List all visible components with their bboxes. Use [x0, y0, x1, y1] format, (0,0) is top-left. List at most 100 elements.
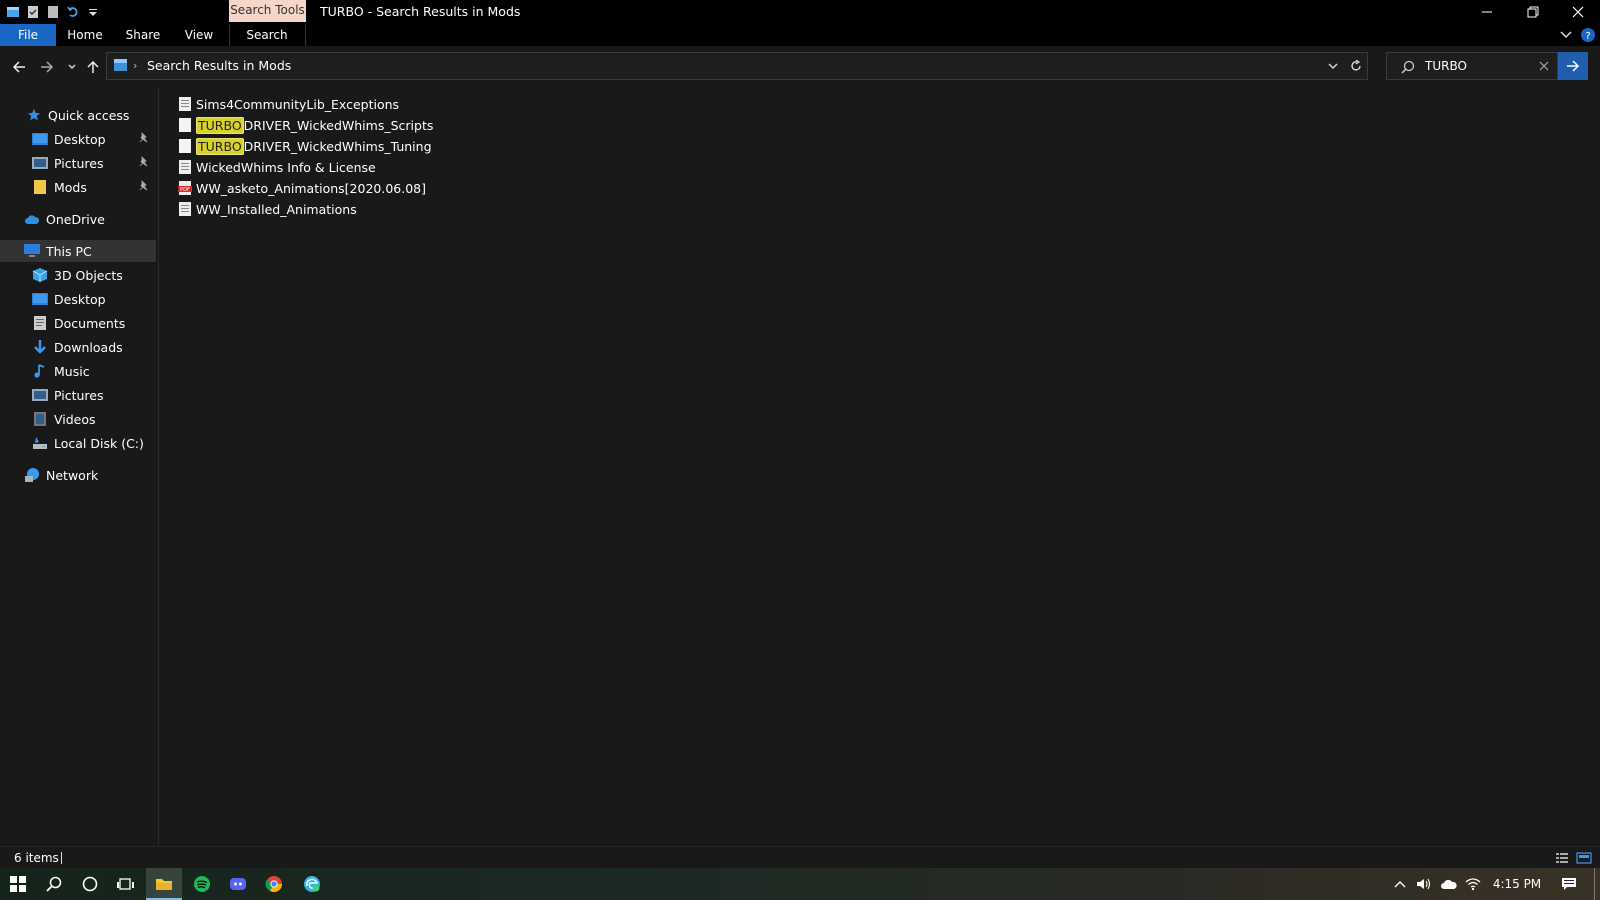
volume-button[interactable]	[1414, 868, 1436, 900]
videos-icon	[32, 411, 48, 427]
properties-icon[interactable]	[26, 5, 40, 19]
nav-quick-mods[interactable]: Mods	[0, 176, 156, 198]
music-note-icon	[32, 363, 48, 379]
help-button[interactable]: ?	[1580, 27, 1596, 43]
file-row[interactable]: WickedWhims Info & License	[178, 157, 376, 177]
cube-icon	[32, 267, 48, 283]
up-button[interactable]	[84, 46, 102, 88]
large-icons-view-button[interactable]	[1576, 850, 1592, 866]
blank-file-icon	[179, 139, 191, 153]
chevron-down-icon	[68, 64, 76, 69]
nav-videos[interactable]: Videos	[0, 408, 156, 430]
status-bar: 6 items	[0, 846, 1600, 868]
pdf-file-icon: PDF	[178, 181, 192, 195]
taskbar-file-explorer[interactable]	[146, 868, 182, 900]
nav-quick-pictures[interactable]: Pictures	[0, 152, 156, 174]
tab-search[interactable]: Search	[240, 24, 294, 46]
search-go-button[interactable]	[1558, 52, 1588, 80]
computer-icon	[24, 243, 40, 259]
nav-downloads[interactable]: Downloads	[0, 336, 156, 358]
search-box[interactable]	[1386, 52, 1558, 80]
back-button[interactable]	[8, 46, 30, 88]
action-center-button[interactable]	[1556, 868, 1582, 900]
file-row[interactable]: Sims4CommunityLib_Exceptions	[178, 94, 399, 114]
undo-icon[interactable]	[66, 5, 80, 19]
nav-onedrive[interactable]: OneDrive	[0, 208, 156, 230]
restore-button[interactable]	[1510, 0, 1556, 24]
star-icon	[26, 107, 42, 123]
tab-file[interactable]: File	[0, 24, 56, 46]
taskbar-edge[interactable]	[294, 868, 330, 900]
close-window-button[interactable]	[1556, 0, 1600, 24]
arrow-right-icon	[1567, 60, 1580, 72]
cortana-button[interactable]	[72, 868, 108, 900]
tab-home[interactable]: Home	[62, 24, 108, 46]
file-name-text: WW_Installed_Animations	[196, 201, 357, 217]
file-row[interactable]: WW_Installed_Animations	[178, 199, 357, 219]
quick-access-toolbar	[0, 0, 100, 24]
file-name-text: WickedWhims Info & License	[196, 159, 376, 175]
breadcrumb-current[interactable]: Search Results in Mods	[147, 53, 291, 79]
notification-icon	[1562, 878, 1576, 890]
file-name-text: WW_asketo_Animations[2020.06.08]	[196, 180, 426, 196]
task-view-button[interactable]	[108, 868, 144, 900]
file-name-text: Sims4CommunityLib_Exceptions	[196, 96, 400, 112]
nav-3d-objects[interactable]: 3D Objects	[0, 264, 156, 286]
pictures-icon	[32, 387, 48, 403]
nav-documents[interactable]: Documents	[0, 312, 156, 334]
onedrive-tray-button[interactable]	[1438, 868, 1460, 900]
file-name: WW_asketo_Animations[2020.06.08]	[196, 181, 426, 196]
address-bar[interactable]: › Search Results in Mods	[106, 52, 1368, 80]
taskbar-chrome[interactable]	[256, 868, 292, 900]
minimize-button[interactable]	[1464, 0, 1510, 24]
clear-search-button[interactable]	[1535, 57, 1553, 75]
speaker-icon	[1417, 878, 1431, 890]
taskbar-discord[interactable]	[220, 868, 256, 900]
address-history-dropdown[interactable]	[1323, 53, 1343, 79]
taskbar-spotify[interactable]	[184, 868, 220, 900]
nav-pictures[interactable]: Pictures	[0, 384, 156, 406]
explorer-window-icon[interactable]	[6, 5, 20, 19]
nav-this-pc[interactable]: This PC	[0, 240, 156, 262]
nav-quick-pictures-label: Pictures	[54, 155, 104, 171]
cloud-icon	[1441, 879, 1457, 889]
svg-text:PDF: PDF	[180, 187, 190, 193]
text-file-icon	[179, 160, 191, 174]
nav-network[interactable]: Network	[0, 464, 156, 486]
windows-logo-icon	[10, 876, 26, 892]
expand-ribbon-button[interactable]	[1558, 27, 1574, 43]
nav-music-label: Music	[54, 363, 90, 379]
recent-locations-button[interactable]	[64, 46, 80, 88]
show-desktop-button[interactable]	[1594, 868, 1595, 900]
refresh-button[interactable]	[1345, 53, 1367, 79]
network-tray-button[interactable]	[1462, 868, 1484, 900]
show-hidden-icons-button[interactable]	[1390, 868, 1410, 900]
taskbar-search-button[interactable]	[36, 868, 72, 900]
task-view-icon	[117, 878, 134, 890]
clock[interactable]: 4:15 PM	[1490, 868, 1544, 900]
forward-button[interactable]	[36, 46, 58, 88]
download-arrow-icon	[32, 339, 48, 355]
start-button[interactable]	[0, 868, 36, 900]
nav-local-disk[interactable]: Local Disk (C:)	[0, 432, 156, 454]
customize-qat-icon[interactable]	[86, 5, 100, 19]
file-row[interactable]: TURBO DRIVER_WickedWhims_Tuning	[178, 136, 432, 156]
tab-view[interactable]: View	[176, 24, 222, 46]
discord-icon	[230, 878, 246, 890]
nav-quick-desktop[interactable]: Desktop	[0, 128, 156, 150]
nav-music[interactable]: Music	[0, 360, 156, 382]
nav-downloads-label: Downloads	[54, 339, 123, 355]
nav-desktop[interactable]: Desktop	[0, 288, 156, 310]
minimize-icon	[1482, 11, 1492, 13]
search-input[interactable]	[1425, 55, 1525, 77]
pane-divider[interactable]	[158, 88, 159, 846]
file-row[interactable]: PDF WW_asketo_Animations[2020.06.08]	[178, 178, 426, 198]
tab-share[interactable]: Share	[120, 24, 166, 46]
details-view-button[interactable]	[1554, 850, 1570, 866]
nav-local-disk-label: Local Disk (C:)	[54, 435, 144, 451]
file-row[interactable]: TURBO DRIVER_WickedWhims_Scripts	[178, 115, 433, 135]
new-folder-icon[interactable]	[46, 5, 60, 19]
nav-quick-access[interactable]: Quick access	[0, 104, 156, 126]
desktop-icon	[32, 131, 48, 147]
close-icon	[1572, 6, 1584, 18]
